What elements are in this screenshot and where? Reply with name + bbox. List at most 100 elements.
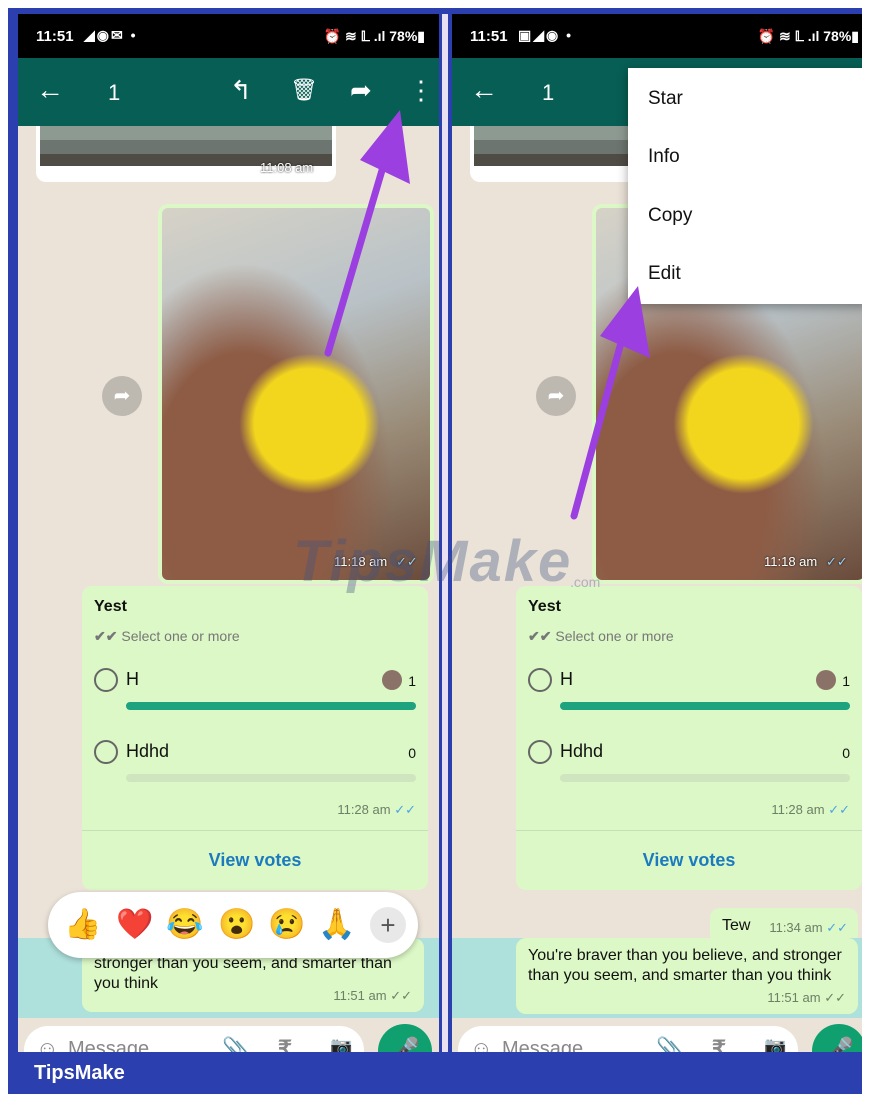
watermark-text: TipsMake <box>293 529 573 594</box>
menu-item-star[interactable]: Star <box>648 88 683 110</box>
delivered-ticks-icon: ✓✓ <box>390 988 412 1003</box>
emoji-icon[interactable]: ☺ <box>36 1036 58 1052</box>
message-input[interactable]: Message <box>68 1038 149 1052</box>
status-notification-icons: ▣◢◉ • <box>518 27 574 43</box>
menu-item-edit[interactable]: Edit <box>648 263 681 285</box>
status-bar: 11:51 ▣◢◉ • ⏰ ≋ 𝕃 .ıl 78%▮ <box>452 14 862 58</box>
status-bar: 11:51 ◢◉✉ • ⏰ ≋ 𝕃 .ıl 78%▮ <box>18 14 439 58</box>
poll-option-radio[interactable] <box>528 668 552 692</box>
menu-item-copy[interactable]: Copy <box>648 205 692 227</box>
read-ticks-icon: ✓✓ <box>826 920 848 935</box>
message-input-box[interactable]: ☺ Message 📎 ₹ 📷 <box>458 1026 798 1052</box>
poll-timestamp: 11:28 am <box>771 802 825 817</box>
status-time: 11:51 <box>36 28 74 45</box>
forward-shortcut-icon[interactable]: ➦ <box>102 376 142 416</box>
camera-icon[interactable]: 📷 <box>330 1036 352 1052</box>
sad-reaction-icon[interactable]: 😢 <box>268 908 305 942</box>
poll-option-radio[interactable] <box>94 668 118 692</box>
multi-check-icon: ✔✔ <box>94 628 122 644</box>
poll-option-bar <box>126 702 416 710</box>
message-timestamp: 11:34 am <box>769 920 823 935</box>
message-text: You're braver than you believe, and stro… <box>528 947 842 984</box>
watermark-suffix: .com <box>570 574 601 590</box>
flower-photo-message[interactable] <box>158 204 434 584</box>
payment-rupee-icon[interactable]: ₹ <box>278 1036 292 1052</box>
thumbs-up-reaction-icon[interactable]: 👍 <box>64 908 101 942</box>
delete-icon[interactable]: 🗑 <box>290 75 318 105</box>
back-arrow-icon[interactable]: ← <box>470 76 498 104</box>
poll-option-bar <box>560 774 850 782</box>
message-timestamp-row: 11:51 am ✓✓ <box>333 986 412 1006</box>
message-timestamp: 11:51 am <box>333 988 387 1003</box>
status-system-icons: ⏰ ≋ 𝕃 .ıl 78%▮ <box>757 28 859 44</box>
view-votes-button[interactable]: View votes <box>516 850 862 871</box>
poll-subtitle-row: ✔✔ Select one or more <box>94 628 240 645</box>
read-ticks-icon: ✓✓ <box>826 554 848 569</box>
poll-option-radio[interactable] <box>528 740 552 764</box>
view-votes-button[interactable]: View votes <box>82 850 428 871</box>
poll-option-bar <box>126 774 416 782</box>
delivered-ticks-icon: ✓✓ <box>824 990 846 1005</box>
emoji-icon[interactable]: ☺ <box>470 1036 492 1052</box>
image-timestamp: 11:08 am <box>260 160 314 175</box>
more-reactions-plus-icon[interactable]: + <box>370 907 406 943</box>
attach-icon[interactable]: 📎 <box>656 1036 683 1052</box>
reply-icon[interactable]: ↰ <box>230 75 252 105</box>
poll-timestamp: 11:28 am <box>337 802 391 817</box>
poll-option-count: 0 <box>842 745 850 761</box>
voter-avatar <box>382 670 402 690</box>
message-input[interactable]: Message <box>502 1038 583 1052</box>
composer-row: ☺ Message 📎 ₹ 📷 🎤 <box>18 1018 439 1052</box>
attach-icon[interactable]: 📎 <box>222 1036 249 1052</box>
poll-message: Yest ✔✔ Select one or more H 1 Hdhd 0 11… <box>516 586 862 890</box>
poll-title: Yest <box>528 598 561 615</box>
forward-icon[interactable]: ➦ <box>350 75 372 105</box>
heart-reaction-icon[interactable]: ❤️ <box>116 908 153 942</box>
message-timestamp: 11:51 am <box>767 990 821 1005</box>
forward-shortcut-icon[interactable]: ➦ <box>536 376 576 416</box>
message-timestamp-row: 11:51 am ✓✓ <box>767 988 846 1008</box>
poll-title: Yest <box>94 598 127 615</box>
payment-rupee-icon[interactable]: ₹ <box>712 1036 726 1052</box>
selected-count: 1 <box>108 80 121 105</box>
menu-item-info[interactable]: Info <box>648 146 680 168</box>
poll-timestamp-row: 11:28 am ✓✓ <box>337 802 416 818</box>
poll-option-bar <box>560 702 850 710</box>
laughing-reaction-icon[interactable]: 😂 <box>166 908 203 942</box>
message-input-box[interactable]: ☺ Message 📎 ₹ 📷 <box>24 1026 364 1052</box>
reaction-bar: 👍 ❤️ 😂 😮 😢 🙏 + <box>48 892 418 958</box>
mic-button-icon[interactable]: 🎤 <box>812 1024 862 1052</box>
poll-option-radio[interactable] <box>94 740 118 764</box>
screenshot-frame: 11:51 ◢◉✉ • ⏰ ≋ 𝕃 .ıl 78%▮ ← 1 ↰ 🗑 ➦ ⋮ 1… <box>8 8 862 1094</box>
poll-option-count: 0 <box>408 745 416 761</box>
poll-option-bar-fill <box>126 702 416 710</box>
read-ticks-icon: ✓✓ <box>828 802 850 817</box>
poll-option-count: 1 <box>408 673 416 689</box>
selected-count: 1 <box>542 80 555 105</box>
selection-app-bar: ← 1 ↰ 🗑 ➦ ⋮ <box>18 58 439 126</box>
voter-avatar <box>816 670 836 690</box>
status-notification-icons: ◢◉✉ • <box>84 27 138 43</box>
pray-reaction-icon[interactable]: 🙏 <box>318 908 355 942</box>
poll-divider <box>82 830 428 831</box>
poll-subtitle-row: ✔✔ Select one or more <box>528 628 674 645</box>
status-system-icons: ⏰ ≋ 𝕃 .ıl 78%▮ <box>323 28 425 44</box>
more-options-icon[interactable]: ⋮ <box>408 75 434 105</box>
poll-timestamp-row: 11:28 am ✓✓ <box>771 802 850 818</box>
camera-icon[interactable]: 📷 <box>764 1036 786 1052</box>
poll-option-label: H <box>126 669 139 689</box>
back-arrow-icon[interactable]: ← <box>36 76 64 104</box>
poll-option-count: 1 <box>842 673 850 689</box>
poll-subtitle: Select one or more <box>555 628 674 644</box>
poll-subtitle: Select one or more <box>121 628 240 644</box>
poll-message: Yest ✔✔ Select one or more H 1 Hdhd 0 11… <box>82 586 428 890</box>
surprised-reaction-icon[interactable]: 😮 <box>218 908 255 942</box>
message-timestamp-row: 11:34 am ✓✓ <box>769 920 848 936</box>
photo-timestamp: 11:18 am <box>764 554 818 569</box>
message-text: Tew <box>722 917 751 934</box>
selected-text-message[interactable]: You're braver than you believe, and stro… <box>516 938 858 1014</box>
mic-button-icon[interactable]: 🎤 <box>378 1024 432 1052</box>
overflow-menu: Star Info Copy Edit <box>628 68 862 304</box>
read-ticks-icon: ✓✓ <box>394 802 416 817</box>
brand-footer-label: TipsMake <box>34 1062 125 1084</box>
